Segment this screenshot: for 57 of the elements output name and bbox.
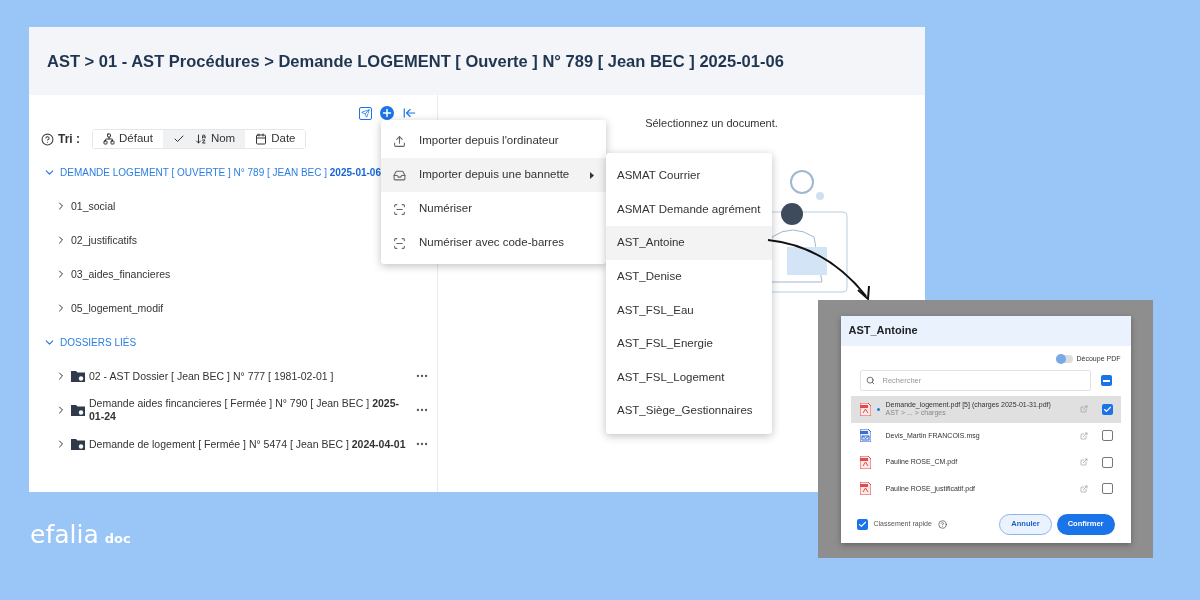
select-all-checkbox[interactable] xyxy=(1100,375,1112,386)
file-checkbox[interactable] xyxy=(1101,483,1113,495)
send-icon[interactable] xyxy=(359,106,372,120)
tree-item[interactable]: 02 - AST Dossier [ Jean BEC ] N° 777 [ 1981-02-01 ] xyxy=(89,369,411,383)
menu-item[interactable]: Numériser avec code-barres xyxy=(381,226,606,260)
mail-file-icon xyxy=(859,429,871,443)
empty-preview-message: Sélectionnez un document. xyxy=(645,116,778,131)
add-icon[interactable] xyxy=(380,106,394,120)
tree-item[interactable]: 05_logement_modif xyxy=(71,301,429,315)
submenu-item[interactable]: AST_Denise xyxy=(606,259,772,294)
pdf-file-icon xyxy=(859,402,871,416)
sort-option[interactable]: Nom xyxy=(162,130,246,148)
submenu-item[interactable]: AST_FSL_Energie xyxy=(606,326,772,361)
submenu-arrow-icon xyxy=(590,171,594,179)
brand-name: efalia xyxy=(30,522,99,547)
submenu-item[interactable]: AST_FSL_Logement xyxy=(606,360,772,395)
linked-folder-icon xyxy=(71,370,85,382)
menu-item[interactable]: Importer depuis l'ordinateur xyxy=(381,124,606,158)
submenu-item[interactable]: AST_Antoine xyxy=(606,226,772,260)
search-icon xyxy=(865,376,875,385)
menu-item[interactable]: Importer depuis une bannette xyxy=(381,158,606,192)
sort-label: Tri : xyxy=(58,131,80,148)
calendar-icon xyxy=(255,133,268,145)
sort-alpha-icon xyxy=(194,133,207,145)
submenu-item[interactable]: ASMAT Demande agrément xyxy=(606,192,772,227)
tree-item[interactable]: 03_aides_financieres xyxy=(71,267,429,281)
file-checkbox[interactable] xyxy=(1101,403,1113,415)
collapse-icon[interactable] xyxy=(402,106,417,120)
external-link-icon[interactable] xyxy=(1079,431,1088,440)
linked-folder-icon xyxy=(71,404,85,416)
external-link-icon[interactable] xyxy=(1079,484,1088,493)
file-checkbox[interactable] xyxy=(1101,456,1113,468)
linked-folder-icon xyxy=(71,438,85,450)
check-icon xyxy=(172,133,185,145)
external-link-icon[interactable] xyxy=(1079,458,1088,467)
tree-item[interactable]: Demande de logement [ Fermée ] N° 5474 [ Jean BEC ] 2024-04-01 xyxy=(89,437,411,451)
help-icon[interactable] xyxy=(41,132,54,146)
tray-icon xyxy=(393,168,406,182)
tree-section[interactable]: DEMANDE LOGEMENT [ OUVERTE ] N° 789 [ JEAN BEC ] 2025-01-06 xyxy=(60,164,381,180)
submenu-item[interactable]: ASMAT Courrier xyxy=(606,159,772,193)
file-checkbox[interactable] xyxy=(1101,430,1113,442)
product-name: doc xyxy=(104,530,131,548)
tree-section[interactable]: DOSSIERS LIÉS xyxy=(60,334,137,350)
tree-item[interactable]: Demande aides fincancieres [ Fermée ] N° 790 [ Jean BEC ] 2025-01-24 xyxy=(89,397,411,423)
pdf-file-icon xyxy=(859,482,871,496)
upload-icon xyxy=(393,134,406,148)
quick-filing-checkbox[interactable] xyxy=(856,518,868,530)
scanner-icon xyxy=(393,236,406,250)
submenu-item[interactable]: AST_Siège_Gestionnaires xyxy=(606,394,772,428)
submenu-item[interactable]: AST_FSL_Eau xyxy=(606,293,772,327)
dialog-title: AST_Antoine xyxy=(848,323,918,339)
scanner-icon xyxy=(393,202,406,216)
hierarchy-icon xyxy=(103,133,115,145)
toggle-switch[interactable] xyxy=(1055,354,1073,363)
pdf-file-icon xyxy=(859,455,871,469)
menu-item[interactable]: Numériser xyxy=(381,192,606,226)
breadcrumb-title: AST > 01 - AST Procédures > Demande LOGEMENT [ Ouverte ] N° 789 [ Jean BEC ] 2025-01-06 xyxy=(47,50,784,72)
